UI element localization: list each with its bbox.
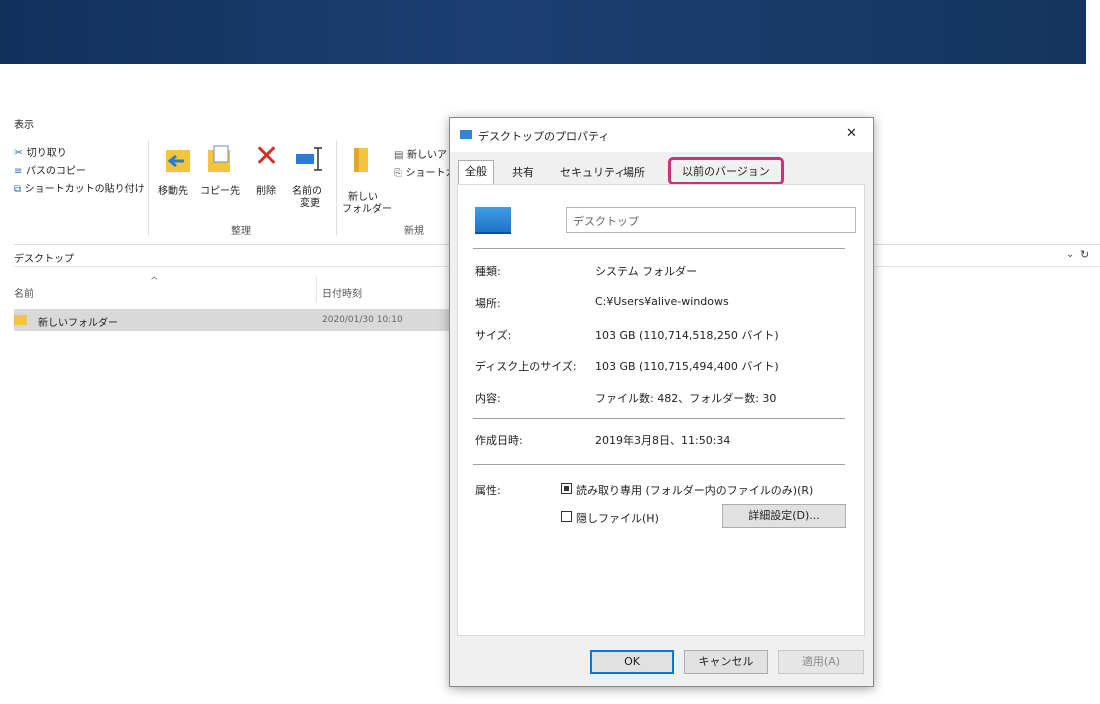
hidden-checkbox[interactable] [561, 511, 572, 522]
delete-x-icon: ✕ [254, 139, 280, 174]
tab-location[interactable]: 場所 [617, 162, 651, 184]
column-header-name[interactable]: 名前 [14, 285, 34, 300]
contents-value: ファイル数: 482、フォルダー数: 30 [595, 392, 777, 405]
cut-label: 切り取り [26, 148, 67, 159]
column-divider [316, 276, 317, 302]
address-bar[interactable]: デスクトップ [14, 250, 74, 265]
ribbon-separator [148, 140, 149, 236]
tab-general[interactable]: 全般 [458, 160, 494, 184]
rename-label-2: 変更 [300, 198, 320, 209]
folder-icon [14, 315, 27, 325]
copy-to-icon [208, 145, 230, 172]
location-label: 場所: [475, 297, 501, 310]
advanced-button[interactable]: 詳細設定(D)... [722, 504, 846, 528]
paste-shortcut-button[interactable]: ⧉ ショートカットの貼り付け [14, 180, 145, 195]
size-on-disk-value: 103 GB (110,715,494,400 バイト) [595, 360, 779, 373]
new-item-button[interactable]: ▤ 新しいア [394, 146, 447, 161]
file-name: 新しいフォルダー [38, 318, 118, 329]
column-header-date[interactable]: 日付時刻 [322, 285, 362, 300]
type-label: 種類: [475, 265, 501, 278]
refresh-icon[interactable]: ↻ [1080, 248, 1089, 261]
delete-button[interactable]: ✕ 削除 [250, 140, 284, 204]
move-to-button[interactable]: 移動先 [158, 144, 200, 204]
window-banner [0, 0, 1086, 64]
scissors-icon: ✂ [14, 146, 24, 159]
copy-path-label: パスのコピー [25, 166, 86, 177]
size-on-disk-label: ディスク上のサイズ: [475, 360, 577, 373]
contents-label: 内容: [475, 392, 501, 405]
table-row[interactable]: 新しいフォルダー 2020/01/30 10:10 [14, 309, 450, 331]
size-value: 103 GB (110,714,518,250 バイト) [595, 329, 779, 342]
name-field[interactable]: デスクトップ [566, 207, 856, 233]
new-item-label: 新しいア [406, 150, 447, 161]
rename-icon [296, 147, 322, 171]
created-value: 2019年3月8日、11:50:34 [595, 434, 731, 447]
delete-label: 削除 [256, 186, 276, 197]
move-to-label: 移動先 [158, 186, 188, 197]
new-group-label: 新規 [404, 226, 424, 237]
tab-sharing[interactable]: 共有 [506, 162, 540, 184]
organize-group-label: 整理 [231, 226, 251, 237]
created-label: 作成日時: [475, 434, 523, 447]
readonly-checkbox[interactable] [561, 483, 572, 494]
close-icon[interactable]: ✕ [846, 126, 857, 141]
apply-button: 適用(A) [778, 650, 864, 674]
copy-path-button[interactable]: ≡ パスのコピー [14, 162, 86, 177]
cancel-button[interactable]: キャンセル [684, 650, 768, 674]
copy-path-icon: ≡ [14, 166, 23, 177]
new-folder-button[interactable]: 新しい フォルダー [340, 144, 392, 215]
rename-button[interactable]: 名前の 変更 [290, 144, 330, 214]
paste-shortcut-label: ショートカットの貼り付け [24, 184, 145, 195]
paste-shortcut-icon: ⧉ [14, 184, 22, 195]
attributes-label: 属性: [475, 484, 501, 497]
copy-to-label: コピー先 [200, 186, 240, 197]
folder-desktop-icon [460, 130, 472, 139]
new-item-icon: ▤ [394, 150, 404, 161]
checkbox-indeterminate-mark [564, 486, 569, 491]
cut-button[interactable]: ✂ 切り取り [14, 144, 67, 159]
readonly-label[interactable]: 読み取り専用 (フォルダー内のファイルのみ)(R) [576, 482, 813, 498]
new-folder-icon [354, 148, 368, 172]
type-value: システム フォルダー [595, 265, 698, 278]
dialog-title: デスクトップのプロパティ [478, 130, 610, 143]
divider [473, 248, 845, 249]
size-label: サイズ: [475, 329, 512, 342]
location-value: C:¥Users¥alive-windows [595, 295, 729, 308]
tab-view[interactable]: 表示 [14, 116, 34, 131]
ribbon-separator [336, 140, 337, 236]
divider [473, 464, 845, 465]
desktop-icon [475, 207, 511, 234]
tab-previous-versions[interactable]: 以前のバージョン [668, 157, 784, 185]
easy-access-button[interactable]: ⎘ ショートカ [394, 164, 456, 179]
file-date: 2020/01/30 10:10 [322, 315, 403, 325]
sort-ascending-icon: ^ [150, 276, 159, 287]
address-dropdown-icon[interactable]: ⌄ [1066, 249, 1074, 260]
shortcut-label: ショートカ [405, 168, 456, 179]
tab-panel-general [457, 184, 865, 636]
ok-button[interactable]: OK [590, 650, 674, 674]
hidden-label[interactable]: 隠しファイル(H) [576, 510, 659, 526]
copy-to-button[interactable]: コピー先 [200, 144, 244, 204]
new-folder-label-2: フォルダー [342, 204, 392, 215]
divider [473, 418, 845, 419]
shortcut-icon: ⎘ [394, 168, 402, 179]
move-to-icon [166, 150, 190, 172]
